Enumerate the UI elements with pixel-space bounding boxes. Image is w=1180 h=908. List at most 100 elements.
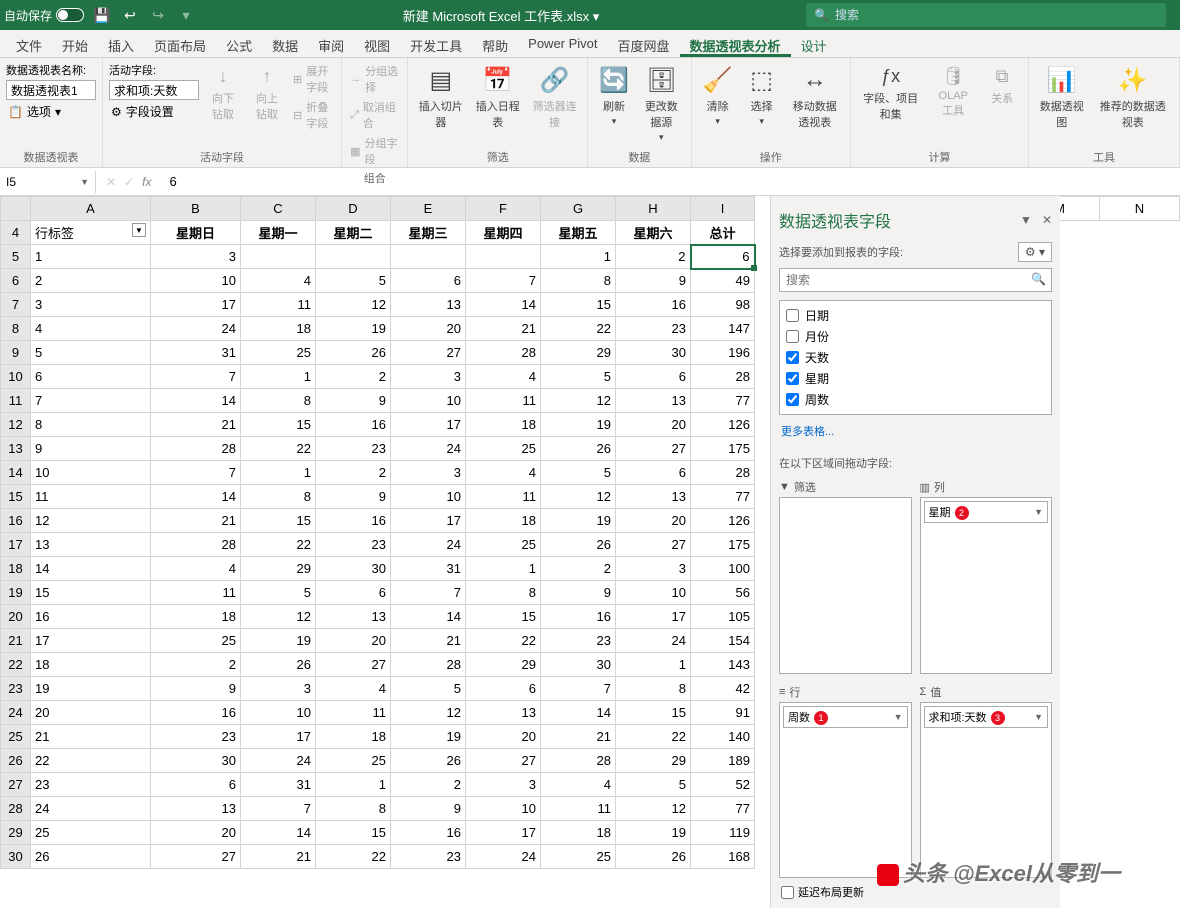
data-cell[interactable]: 13	[616, 389, 691, 413]
data-cell[interactable]: 14	[466, 293, 541, 317]
data-cell[interactable]: 24	[466, 845, 541, 869]
data-cell[interactable]: 20	[616, 509, 691, 533]
data-cell[interactable]: 23	[31, 773, 151, 797]
data-cell[interactable]: 10	[151, 269, 241, 293]
data-cell[interactable]: 3	[241, 677, 316, 701]
tab-文件[interactable]: 文件	[6, 30, 52, 57]
data-cell[interactable]: 27	[316, 653, 391, 677]
data-cell[interactable]: 13	[391, 293, 466, 317]
data-cell[interactable]: 49	[691, 269, 755, 293]
data-cell[interactable]: 24	[31, 797, 151, 821]
pane-dropdown-icon[interactable]: ▼	[1020, 213, 1032, 227]
data-cell[interactable]: 196	[691, 341, 755, 365]
data-cell[interactable]: 2	[541, 557, 616, 581]
data-cell[interactable]: 6	[151, 773, 241, 797]
data-cell[interactable]: 15	[241, 413, 316, 437]
data-cell[interactable]: 14	[151, 389, 241, 413]
data-cell[interactable]: 19	[31, 677, 151, 701]
tab-百度网盘[interactable]: 百度网盘	[608, 30, 680, 57]
data-cell[interactable]: 154	[691, 629, 755, 653]
data-cell[interactable]: 16	[391, 821, 466, 845]
data-cell[interactable]: 24	[616, 629, 691, 653]
data-cell[interactable]: 4	[31, 317, 151, 341]
data-cell[interactable]: 25	[31, 821, 151, 845]
data-cell[interactable]: 18	[151, 605, 241, 629]
data-cell[interactable]: 77	[691, 797, 755, 821]
data-cell[interactable]: 9	[151, 677, 241, 701]
data-cell[interactable]: 1	[241, 365, 316, 389]
data-cell[interactable]: 1	[466, 557, 541, 581]
data-cell[interactable]: 21	[31, 725, 151, 749]
data-cell[interactable]: 7	[31, 389, 151, 413]
data-cell[interactable]: 2	[31, 269, 151, 293]
tab-插入[interactable]: 插入	[98, 30, 144, 57]
data-cell[interactable]: 4	[316, 677, 391, 701]
pivot-col-header[interactable]: 星期六	[616, 221, 691, 245]
data-cell[interactable]: 3	[391, 461, 466, 485]
row-header-5[interactable]: 5	[1, 245, 31, 269]
data-cell[interactable]: 13	[466, 701, 541, 725]
field-list[interactable]: 日期月份天数星期周数	[779, 300, 1052, 415]
data-cell[interactable]: 21	[541, 725, 616, 749]
refresh-button[interactable]: 🔄刷新▾	[594, 62, 634, 129]
data-cell[interactable]: 100	[691, 557, 755, 581]
data-cell[interactable]: 3	[616, 557, 691, 581]
field-item-星期[interactable]: 星期	[784, 368, 1047, 389]
data-cell[interactable]: 7	[466, 269, 541, 293]
data-cell[interactable]: 9	[541, 581, 616, 605]
tab-设计[interactable]: 设计	[791, 30, 837, 57]
data-cell[interactable]: 16	[316, 509, 391, 533]
data-cell[interactable]: 1	[316, 773, 391, 797]
data-cell[interactable]: 18	[466, 413, 541, 437]
tab-数据透视表分析[interactable]: 数据透视表分析	[680, 30, 791, 57]
tab-审阅[interactable]: 审阅	[308, 30, 354, 57]
field-item-周数[interactable]: 周数	[784, 389, 1047, 410]
row-header-20[interactable]: 20	[1, 605, 31, 629]
data-cell[interactable]: 9	[31, 437, 151, 461]
columns-area[interactable]: 星期2▼	[920, 497, 1053, 674]
data-cell[interactable]: 23	[316, 437, 391, 461]
data-cell[interactable]: 168	[691, 845, 755, 869]
active-field-input[interactable]	[109, 80, 199, 100]
row-header-18[interactable]: 18	[1, 557, 31, 581]
data-cell[interactable]: 25	[466, 533, 541, 557]
data-cell[interactable]: 77	[691, 389, 755, 413]
insert-timeline-button[interactable]: 📅插入日程表	[471, 62, 524, 132]
data-cell[interactable]: 21	[151, 509, 241, 533]
data-cell[interactable]: 10	[391, 485, 466, 509]
save-icon[interactable]: 💾	[92, 5, 112, 25]
data-cell[interactable]: 2	[151, 653, 241, 677]
data-cell[interactable]: 10	[31, 461, 151, 485]
data-cell[interactable]: 16	[541, 605, 616, 629]
data-cell[interactable]: 27	[151, 845, 241, 869]
data-cell[interactable]: 19	[616, 821, 691, 845]
data-cell[interactable]: 175	[691, 533, 755, 557]
data-cell[interactable]: 6	[316, 581, 391, 605]
pivot-col-header[interactable]: 星期三	[391, 221, 466, 245]
data-cell[interactable]: 24	[241, 749, 316, 773]
data-cell[interactable]: 14	[31, 557, 151, 581]
filter-area[interactable]	[779, 497, 912, 674]
values-area[interactable]: 求和项:天数3▼	[920, 702, 1053, 879]
data-cell[interactable]: 22	[241, 437, 316, 461]
data-cell[interactable]: 25	[241, 341, 316, 365]
data-cell[interactable]: 24	[391, 437, 466, 461]
data-cell[interactable]: 31	[151, 341, 241, 365]
data-cell[interactable]: 7	[241, 797, 316, 821]
col-header-H[interactable]: H	[616, 197, 691, 221]
row-header-12[interactable]: 12	[1, 413, 31, 437]
field-settings-button[interactable]: ⚙ 字段设置	[109, 102, 176, 121]
row-header-21[interactable]: 21	[1, 629, 31, 653]
move-pivot-button[interactable]: ↔移动数据透视表	[786, 62, 844, 132]
data-cell[interactable]: 9	[391, 797, 466, 821]
row-header-4[interactable]: 4	[1, 221, 31, 245]
data-cell[interactable]: 18	[241, 317, 316, 341]
data-cell[interactable]: 11	[541, 797, 616, 821]
data-cell[interactable]: 2	[616, 245, 691, 269]
data-cell[interactable]: 28	[391, 653, 466, 677]
data-cell[interactable]: 28	[541, 749, 616, 773]
data-cell[interactable]: 4	[541, 773, 616, 797]
data-cell[interactable]: 26	[241, 653, 316, 677]
data-cell[interactable]: 2	[316, 461, 391, 485]
options-button[interactable]: 📋 选项 ▾	[6, 102, 63, 121]
